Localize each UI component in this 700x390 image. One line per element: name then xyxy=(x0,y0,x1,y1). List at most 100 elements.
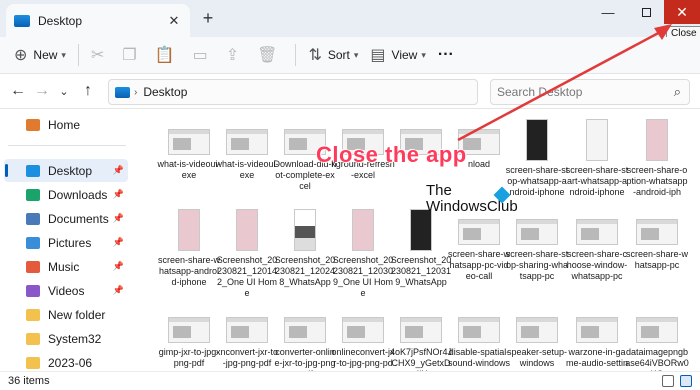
forward-button[interactable]: → xyxy=(32,82,52,100)
file-thumbnail xyxy=(526,119,548,161)
sidebar-item[interactable]: Downloads 📌 xyxy=(4,183,128,206)
file-item[interactable]: Screenshot_20230821_120309_One UI Home xyxy=(332,207,394,299)
delete-button[interactable]: 🗑 xyxy=(251,41,289,69)
file-item[interactable] xyxy=(392,117,450,209)
sidebar-item[interactable]: System32 xyxy=(4,327,128,350)
copy-button[interactable]: ❐ xyxy=(116,41,148,69)
file-item[interactable]: screen-share-stop-whatsapp-android-iphon… xyxy=(506,117,568,209)
close-window-button[interactable]: ✕ xyxy=(664,0,700,24)
back-button[interactable]: ← xyxy=(8,82,28,100)
file-name: xnconvert-jxr-to-jpg-png-pdf xyxy=(215,347,278,368)
file-item[interactable]: xnconvert-jxr-to-jpg-png-pdf xyxy=(215,305,278,371)
sort-button[interactable]: ⇅ Sort ▾ xyxy=(302,41,364,69)
new-button[interactable]: ⊕ New ▾ xyxy=(8,41,72,69)
file-thumbnail xyxy=(458,317,500,343)
file-item[interactable]: warzone-in-game-audio-settings xyxy=(565,305,629,371)
file-name: speaker-setup-windows xyxy=(506,347,568,368)
close-tab-icon[interactable]: ✕ xyxy=(166,13,182,29)
view-button[interactable]: ▤ View ▾ xyxy=(364,41,431,69)
sidebar-item[interactable]: Pictures 📌 xyxy=(4,231,128,254)
divider xyxy=(77,44,79,66)
file-name: Screenshot_20230821_120142_One UI Home xyxy=(216,255,278,298)
view-switcher xyxy=(662,375,692,387)
sidebar-item[interactable]: Music 📌 xyxy=(4,255,128,278)
chevron-right-icon: › xyxy=(134,86,138,98)
cut-button[interactable]: ✂ xyxy=(85,41,116,69)
file-name: 4oK7jPsfNOr4JCHX9_yGetxD4jX xyxy=(389,347,453,371)
up-button[interactable]: ↑ xyxy=(78,82,98,100)
new-tab-button[interactable]: + xyxy=(197,8,219,29)
sidebar-item-label: 2023-06 xyxy=(48,355,93,370)
file-item[interactable]: converter-online-jxr-to-jpg-png-pdf xyxy=(274,305,336,371)
file-item[interactable]: kground-refresh-excel xyxy=(331,117,395,209)
pin-icon: 📌 xyxy=(112,285,124,295)
file-item[interactable]: screen-share-whatsapp-pc-video-call xyxy=(447,207,511,299)
file-item[interactable]: screen-share-choose-window-whatsapp-pc xyxy=(567,207,627,299)
address-bar[interactable]: › Desktop xyxy=(108,79,478,105)
details-view-icon[interactable] xyxy=(662,375,674,387)
file-item[interactable]: screen-share-option-whatsapp-android-iph xyxy=(626,117,688,209)
file-thumbnail xyxy=(636,219,678,245)
search-input[interactable]: Search Desktop ⌕ xyxy=(490,79,690,105)
file-item[interactable]: screen-share-start-whatsapp-android-ipho… xyxy=(566,117,628,209)
more-options-button[interactable]: ··· xyxy=(432,41,460,69)
divider xyxy=(8,145,126,146)
paste-button[interactable]: 📋 xyxy=(149,41,187,69)
file-thumbnail xyxy=(576,317,618,343)
tab-desktop[interactable]: Desktop ✕ xyxy=(6,4,190,37)
file-thumbnail xyxy=(284,317,326,343)
item-count: 36 items xyxy=(8,375,50,387)
file-name: Screenshot_20230821_120319_WhatsApp xyxy=(390,255,452,287)
sidebar-item-label: Desktop xyxy=(48,163,93,178)
sidebar-item[interactable]: Home xyxy=(4,113,128,136)
sidebar-item[interactable]: Videos 📌 xyxy=(4,279,128,302)
share-button[interactable]: ⇪ xyxy=(220,41,251,69)
rename-button[interactable]: ▭ xyxy=(187,41,220,69)
pin-icon: 📌 xyxy=(112,165,124,175)
pictures-icon xyxy=(26,236,40,249)
breadcrumb: Desktop xyxy=(143,85,188,99)
recent-locations-button[interactable]: ⌄ xyxy=(54,85,74,98)
file-thumbnail xyxy=(458,219,500,245)
file-name: converter-online-jxr-to-jpg-png-pdf xyxy=(274,347,336,371)
file-item[interactable]: what-is-videoui-exe xyxy=(215,117,279,209)
file-name: screen-share-whatsapp-pc-video-call xyxy=(447,249,511,281)
music-icon xyxy=(26,260,40,273)
sidebar-item-label: Pictures xyxy=(48,235,92,250)
minimize-button[interactable]: — xyxy=(590,0,626,24)
file-name: nload xyxy=(467,159,491,169)
sidebar-item-label: New folder xyxy=(48,307,106,322)
file-thumbnail xyxy=(636,317,678,343)
file-item[interactable]: dataimagepngbase64iVBORw0KG xyxy=(625,305,689,371)
file-name: Screenshot_20230821_120309_One UI Home xyxy=(332,255,394,298)
maximize-button[interactable] xyxy=(628,0,664,24)
file-item[interactable]: gimp-jxr-to-jpg-png-pdf xyxy=(159,305,219,371)
sidebar-item-label: Documents xyxy=(48,211,109,226)
file-item[interactable]: onlineconvert-jxr-to-jpg-png-pd xyxy=(331,305,395,371)
address-row: ← → ⌄ ↑ › Desktop Search Desktop ⌕ xyxy=(0,73,700,109)
file-item[interactable]: screen-share-stop-sharing-whatsapp-pc xyxy=(506,207,568,299)
file-item[interactable]: Screenshot_20230821_120248_WhatsApp xyxy=(275,207,335,299)
file-thumbnail xyxy=(168,317,210,343)
file-thumbnail xyxy=(576,219,618,245)
file-item[interactable]: what-is-videoui-exe xyxy=(157,117,221,209)
file-item[interactable]: 4oK7jPsfNOr4JCHX9_yGetxD4jX xyxy=(389,305,453,371)
file-thumbnail xyxy=(342,317,384,343)
file-item[interactable]: nload xyxy=(450,117,508,209)
sidebar-item[interactable]: Desktop 📌 xyxy=(4,159,128,182)
file-item[interactable]: speaker-setup-windows xyxy=(506,305,568,371)
sidebar-item[interactable]: Documents 📌 xyxy=(4,207,128,230)
sidebar-item[interactable]: New folder xyxy=(4,303,128,326)
file-item[interactable]: disable-spatial-sound-windows xyxy=(448,305,510,371)
file-item[interactable]: screen-share-whatsapp-android-iphone xyxy=(158,207,220,299)
rename-icon: ▭ xyxy=(192,47,208,64)
file-thumbnail xyxy=(400,317,442,343)
file-item[interactable]: Screenshot_20230821_120319_WhatsApp xyxy=(390,207,452,299)
file-thumbnail xyxy=(168,129,210,155)
file-item[interactable]: Download-did-not-complete-excel xyxy=(273,117,337,209)
file-name: warzone-in-game-audio-settings xyxy=(565,347,629,371)
tiles-view-icon[interactable] xyxy=(680,375,692,387)
file-thumbnail xyxy=(400,129,442,155)
file-item[interactable]: Screenshot_20230821_120142_One UI Home xyxy=(216,207,278,299)
file-item[interactable]: screen-share-whatsapp-pc xyxy=(626,207,688,299)
